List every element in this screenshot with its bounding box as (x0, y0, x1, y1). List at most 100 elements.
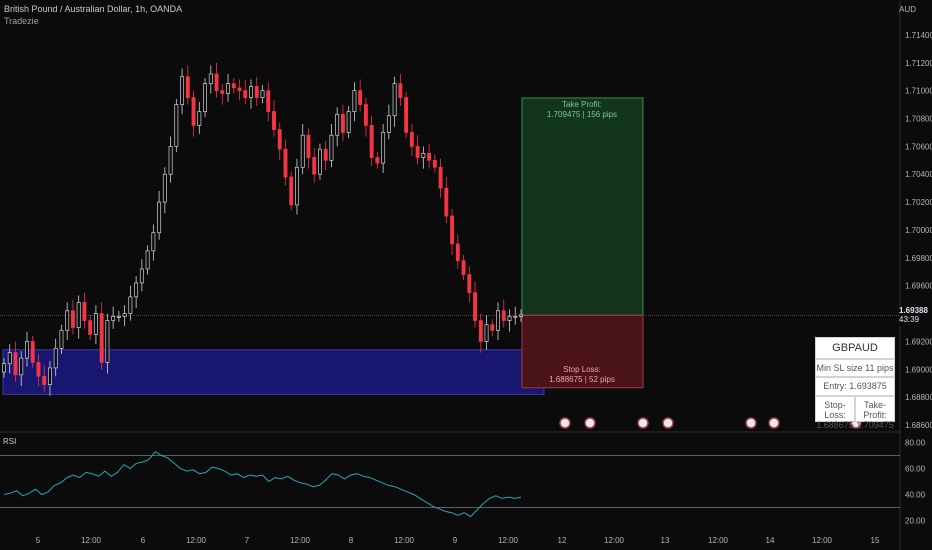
price-tick-label: 1.70200 (905, 198, 932, 207)
rsi-line (3, 450, 522, 518)
candle-body (30, 341, 35, 363)
candle-body (415, 146, 420, 158)
info-take-profit-label: Take-Profit: (863, 400, 887, 420)
candle-body (300, 134, 305, 168)
candle-body (398, 83, 403, 98)
candle-body (19, 357, 24, 376)
info-symbol: GBPAUD (815, 337, 895, 359)
candle-body (277, 129, 282, 150)
price-tick-label: 1.70800 (905, 115, 932, 124)
candle-body (335, 113, 340, 136)
candle-body (409, 132, 414, 147)
candle-body (48, 367, 52, 385)
rsi-label: RSI (3, 437, 17, 446)
take-profit-label: Take Profit: (562, 100, 602, 109)
candle-body (260, 90, 265, 98)
candle-body (507, 316, 512, 321)
time-tick-label: 13 (661, 536, 670, 545)
candle-body (375, 157, 380, 164)
candle-body (438, 166, 443, 189)
price-chart[interactable]: Take Profit:1.709475 | 156 pips Stop Loss… (0, 0, 932, 550)
price-tick-label: 1.68600 (905, 421, 932, 430)
candle-body (473, 292, 477, 321)
candle-body (105, 320, 110, 363)
price-tick-label: 1.71200 (905, 59, 932, 68)
event-marker-icon[interactable] (662, 417, 674, 429)
chart-stage[interactable]: Take Profit: 1.709475 | 156 pips Stop Loss… (0, 0, 932, 550)
candle-body (231, 83, 236, 89)
candle-body (13, 352, 18, 376)
price-tick-label: 1.71000 (905, 87, 932, 96)
info-entry: Entry: 1.693875 (815, 377, 895, 396)
event-marker-icon[interactable] (768, 417, 780, 429)
candle-body (42, 375, 47, 385)
candle-body (444, 187, 449, 217)
take-profit-zone[interactable] (521, 97, 644, 316)
candle-body (369, 125, 374, 158)
event-marker-icon[interactable] (584, 417, 596, 429)
candle-body (203, 83, 208, 112)
price-tick-label: 1.69600 (905, 282, 932, 291)
candle-body (392, 83, 397, 117)
take-profit-value: 1.709475 | 156 pips (547, 110, 617, 119)
time-tick-label: 6 (141, 536, 146, 545)
demand-zone[interactable] (2, 349, 545, 395)
time-tick-label: 14 (766, 536, 775, 545)
last-price: 1.69388 (899, 306, 928, 315)
candle-body (381, 132, 386, 164)
candle-body (145, 250, 150, 270)
rsi-tick-label: 20.00 (905, 517, 926, 526)
time-tick-label: 12:00 (186, 536, 207, 545)
candle-body (478, 320, 483, 342)
candle-body (496, 310, 500, 331)
time-tick-label: 12 (558, 536, 567, 545)
candle-body (295, 166, 299, 206)
candle-body (490, 324, 495, 331)
candle-body (363, 104, 368, 126)
event-marker-icon[interactable] (637, 417, 649, 429)
price-tick-label: 1.70400 (905, 170, 932, 179)
indicator-name: Tradezie (4, 16, 39, 26)
time-tick-label: 8 (349, 536, 354, 545)
candle-body (254, 86, 259, 98)
candle-body (151, 232, 156, 252)
candle-body (70, 310, 75, 328)
candle-body (237, 87, 242, 91)
candle-body (139, 268, 144, 284)
candle-body (180, 76, 185, 105)
price-tick-label: 1.70600 (905, 142, 932, 151)
last-price-tag: 1.69388 43:39 (899, 306, 932, 326)
time-tick-label: 12:00 (498, 536, 519, 545)
time-tick-label: 12:00 (290, 536, 311, 545)
candle-body (358, 90, 363, 105)
candle-body (306, 134, 311, 158)
stop-loss-label: Stop Loss: (563, 365, 601, 374)
candle-body (82, 302, 87, 321)
price-tick-label: 1.69000 (905, 365, 932, 374)
candle-body (226, 83, 230, 94)
candle-body (122, 313, 127, 317)
event-marker-icon[interactable] (745, 417, 757, 429)
candle-body (340, 113, 345, 133)
info-min-sl: Min SL size 11 pips (815, 359, 895, 377)
time-tick-label: 12:00 (708, 536, 729, 545)
event-marker-icon[interactable] (559, 417, 571, 429)
candle-body (346, 111, 351, 133)
price-tick-label: 1.69800 (905, 254, 932, 263)
candle-body (208, 73, 213, 85)
time-tick-label: 9 (453, 536, 458, 545)
candle-body (185, 76, 190, 98)
candle-body (65, 310, 70, 331)
candle-body (467, 274, 472, 294)
price-tick-label: 1.70000 (905, 226, 932, 235)
candle-body (134, 282, 139, 298)
candle-body (53, 348, 58, 369)
candle-body (7, 352, 12, 365)
candle-body (461, 260, 466, 275)
candle-body (174, 104, 179, 147)
candle-body (352, 90, 357, 112)
candle-body (76, 302, 81, 328)
time-tick-label: 12:00 (812, 536, 833, 545)
candle-body (329, 134, 334, 161)
candle-body (283, 148, 288, 178)
